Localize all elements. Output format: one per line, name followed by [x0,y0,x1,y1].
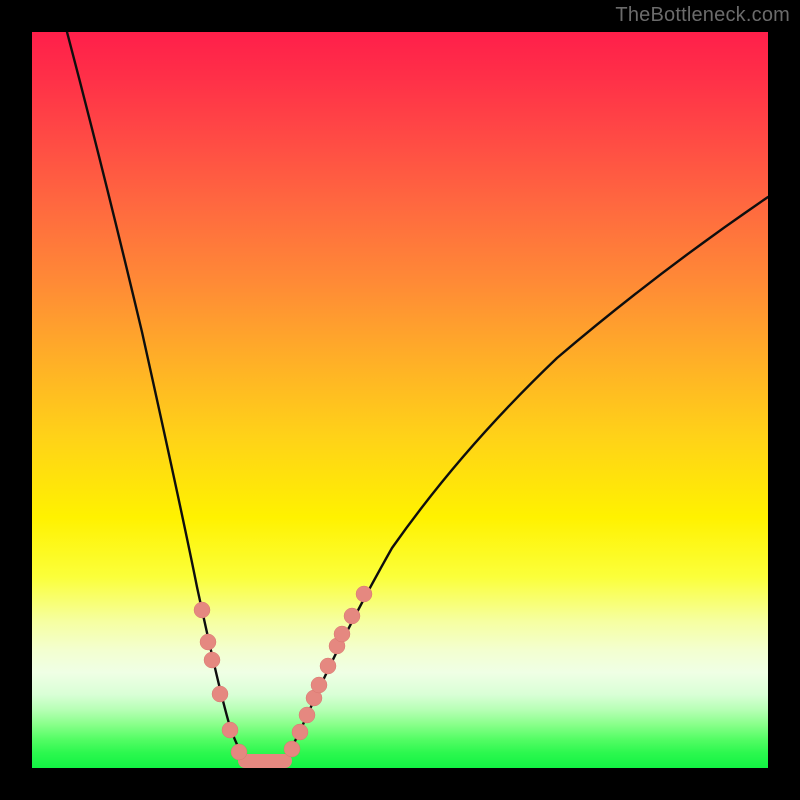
marker-dot [284,741,300,757]
marker-dot [334,626,350,642]
marker-dot [344,608,360,624]
chart-frame: TheBottleneck.com [0,0,800,800]
marker-dot [194,602,210,618]
marker-dot [222,722,238,738]
marker-dot [320,658,336,674]
curve-layer [32,32,768,768]
right-curve [282,197,768,765]
marker-dot [311,677,327,693]
marker-dot [204,652,220,668]
marker-dot [292,724,308,740]
plot-area [32,32,768,768]
marker-dot [212,686,228,702]
marker-dot [356,586,372,602]
watermark-text: TheBottleneck.com [615,4,790,27]
marker-dot [200,634,216,650]
marker-dot [299,707,315,723]
left-curve [67,32,250,765]
marker-dot [231,744,247,760]
